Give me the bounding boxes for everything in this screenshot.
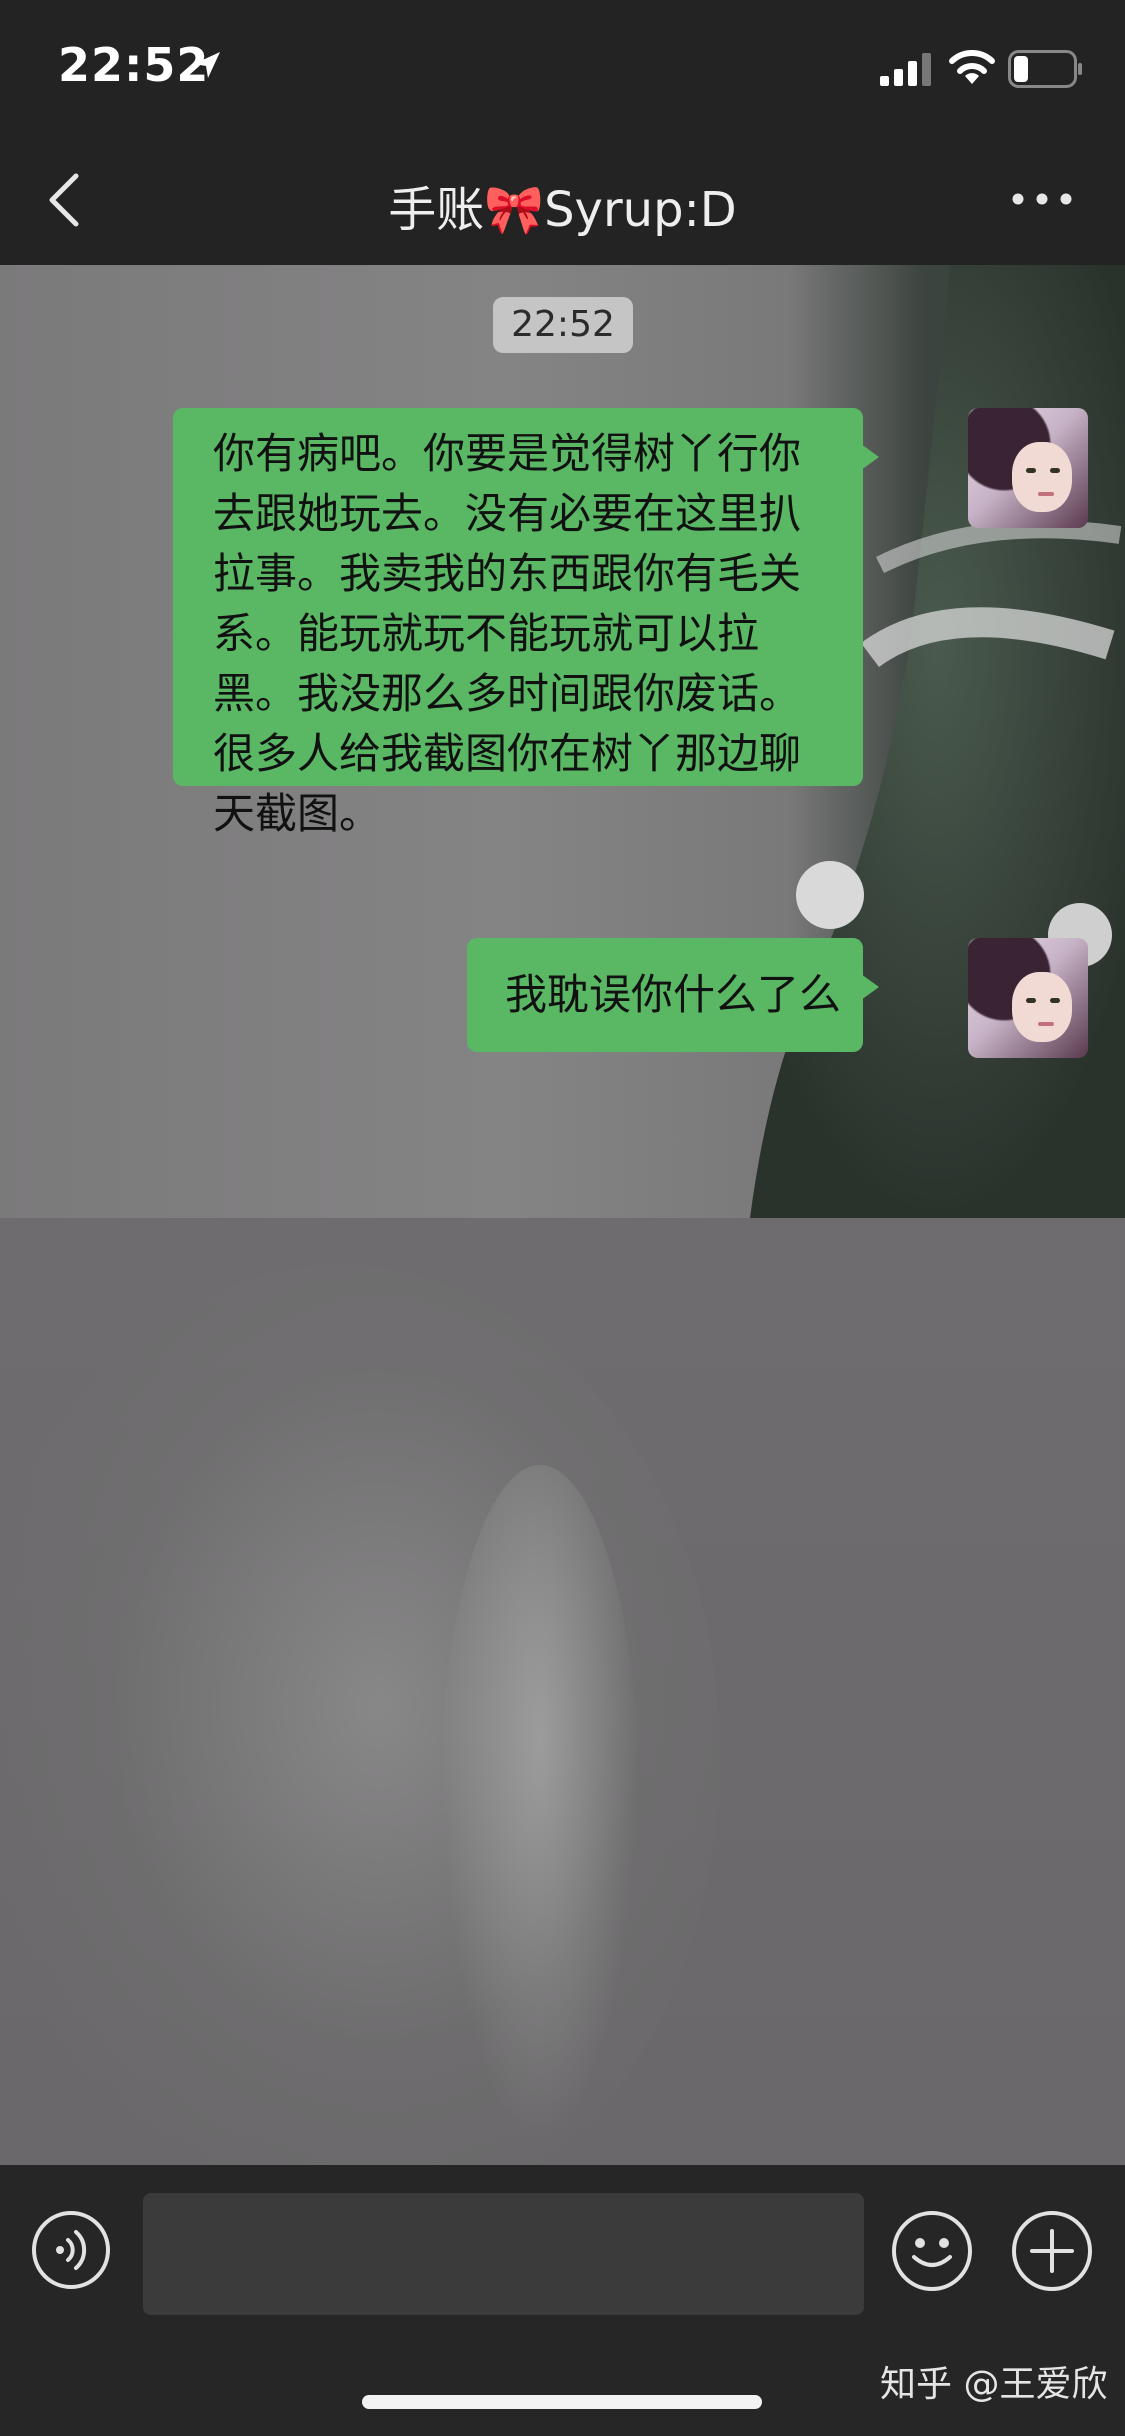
message-line: 去跟她玩去。没有必要在这里扒: [213, 489, 802, 538]
message-timestamp: 22:52: [493, 297, 633, 353]
message-line: 天截图。: [213, 789, 382, 838]
status-bar: 22:52: [0, 0, 1125, 130]
message-input[interactable]: [143, 2193, 864, 2315]
battery-icon: [1008, 50, 1082, 88]
background-highlight: [440, 1465, 640, 2145]
chat-header: 手账🎀Syrup:D: [0, 130, 1125, 266]
message-line: 拉事。我卖我的东西跟你有毛关: [213, 549, 802, 598]
chat-area[interactable]: 22:52 你有病吧。你要是觉得树丫行你 去跟她玩去。没有必要在这里扒 拉事。我…: [0, 265, 1125, 2165]
input-bar: 知乎 @王爱欣: [0, 2165, 1125, 2436]
message-line: 很多人给我截图你在树丫那边聊: [213, 729, 802, 778]
message-bubble[interactable]: 你有病吧。你要是觉得树丫行你 去跟她玩去。没有必要在这里扒 拉事。我卖我的东西跟…: [173, 408, 879, 838]
avatar[interactable]: [968, 938, 1088, 1058]
wifi-icon: [949, 50, 995, 84]
location-arrow-icon: [194, 52, 220, 78]
message-line: 系。能玩就玩不能玩就可以拉: [213, 609, 760, 658]
more-dots-icon[interactable]: [1010, 184, 1074, 214]
chat-title: 手账🎀Syrup:D: [388, 182, 737, 238]
message-bubble[interactable]: 我耽误你什么了么: [467, 938, 879, 1052]
voice-input-icon[interactable]: [30, 2209, 112, 2291]
emoji-icon[interactable]: [890, 2209, 974, 2293]
home-indicator[interactable]: [362, 2395, 762, 2409]
cellular-signal-icon: [880, 53, 931, 86]
plus-icon[interactable]: [1010, 2209, 1094, 2293]
message-line: 你有病吧。你要是觉得树丫行你: [213, 429, 802, 478]
avatar[interactable]: [968, 408, 1088, 528]
message-line: 我耽误你什么了么: [505, 970, 842, 1019]
message-line: 黑。我没那么多时间跟你废话。: [213, 669, 802, 718]
status-time: 22:52: [58, 38, 210, 92]
watermark: 知乎 @王爱欣: [880, 2364, 1108, 2405]
